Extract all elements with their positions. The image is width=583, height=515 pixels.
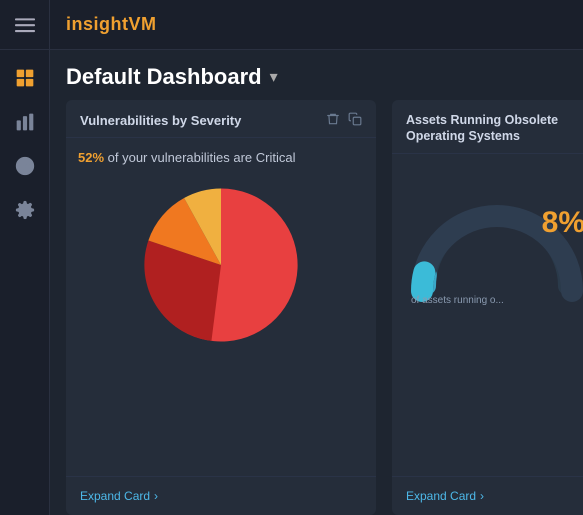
pie-chart: [131, 175, 311, 355]
app-title-suffix: VM: [129, 14, 157, 34]
expand-card-label-vuln: Expand Card: [80, 489, 150, 503]
app-title: insightVM: [66, 14, 157, 35]
vuln-critical-pct: 52%: [78, 150, 104, 165]
copy-card-button[interactable]: [348, 112, 362, 129]
obsolete-os-card: Assets Running Obsolete Operating System…: [392, 100, 583, 515]
top-bar: insightVM: [50, 0, 583, 50]
card-actions: [326, 112, 362, 129]
dashboard-header: Default Dashboard ▾: [50, 50, 583, 100]
obsolete-os-card-footer: Expand Card ›: [392, 476, 583, 515]
expand-card-link-obsolete[interactable]: Expand Card ›: [406, 489, 583, 503]
chevron-right-icon: ›: [154, 489, 158, 503]
cards-area: Vulnerabilities by Severity 52% of your …: [50, 100, 583, 515]
gauge-chart: 8% of assets running o...: [407, 186, 583, 306]
gauge-svg2: [407, 186, 583, 306]
obsolete-os-card-title: Assets Running Obsolete Operating System…: [406, 112, 583, 145]
expand-card-link-vuln[interactable]: Expand Card ›: [80, 489, 362, 503]
vuln-severity-card: Vulnerabilities by Severity 52% of your …: [66, 100, 376, 515]
sidebar-item-settings[interactable]: [5, 192, 45, 232]
delete-card-button[interactable]: [326, 112, 340, 129]
gauge-percent-label: 8%: [542, 206, 583, 240]
dashboard-dropdown[interactable]: ▾: [270, 67, 278, 87]
trash-icon: [326, 112, 340, 126]
vuln-stat-label: of your vulnerabilities are Critical: [104, 150, 295, 165]
sidebar-item-compliance[interactable]: [5, 148, 45, 188]
pie-chart-svg: [131, 175, 311, 355]
grid-icon: [15, 68, 35, 93]
expand-card-label-obsolete: Expand Card: [406, 489, 476, 503]
vuln-severity-card-footer: Expand Card ›: [66, 476, 376, 515]
sidebar-nav: [0, 60, 49, 232]
settings-icon: [15, 200, 35, 225]
sidebar: [0, 0, 50, 515]
menu-icon: [15, 15, 35, 35]
vuln-severity-card-title: Vulnerabilities by Severity: [80, 113, 241, 128]
gauge-stat-label: of assets running o...: [407, 295, 583, 306]
vuln-stat-text: 52% of your vulnerabilities are Critical: [78, 150, 296, 165]
sidebar-item-dashboard[interactable]: [5, 60, 45, 100]
sidebar-item-reports[interactable]: [5, 104, 45, 144]
obsolete-os-card-header: Assets Running Obsolete Operating System…: [392, 100, 583, 154]
main-area: insightVM Default Dashboard ▾ Vulnerabil…: [50, 0, 583, 515]
dashboard-title: Default Dashboard: [66, 64, 262, 90]
sidebar-menu-button[interactable]: [0, 0, 49, 50]
vuln-severity-card-body: 52% of your vulnerabilities are Critical: [66, 138, 376, 476]
bar-chart-icon: [15, 112, 35, 137]
chevron-right-icon-2: ›: [480, 489, 484, 503]
app-title-prefix: insight: [66, 14, 129, 34]
copy-icon: [348, 112, 362, 126]
check-circle-icon: [15, 156, 35, 181]
obsolete-os-card-body: 8% of assets running o...: [392, 154, 583, 477]
vuln-severity-card-header: Vulnerabilities by Severity: [66, 100, 376, 138]
